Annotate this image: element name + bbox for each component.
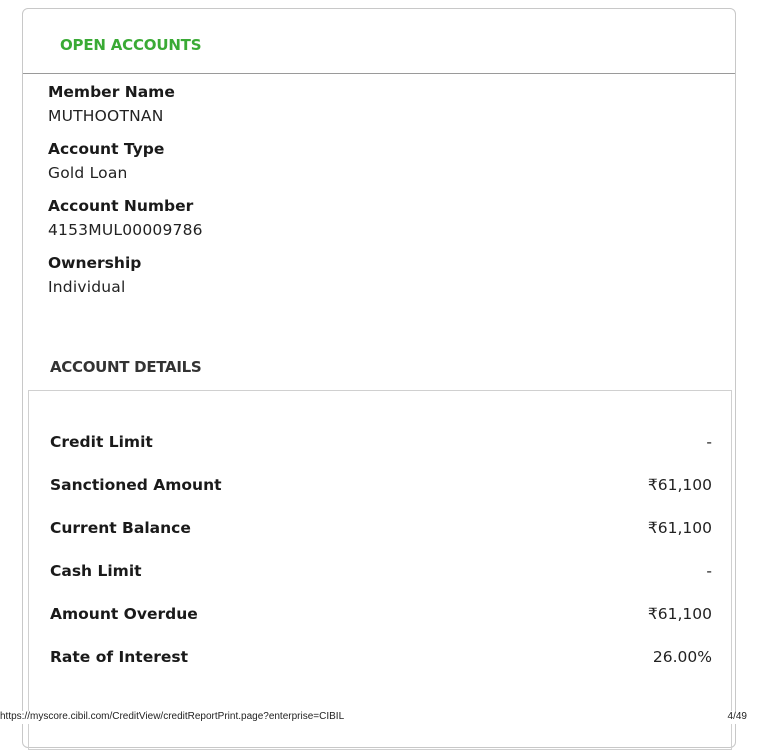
- open-accounts-card: OPEN ACCOUNTS Member Name MUTHOOTNAN Acc…: [22, 8, 736, 750]
- member-name-value: MUTHOOTNAN: [48, 107, 164, 125]
- account-details-title: ACCOUNT DETAILS: [50, 358, 202, 376]
- rate-of-interest-value: 26.00%: [652, 648, 712, 666]
- account-number-value: 4153MUL00009786: [48, 221, 203, 239]
- account-number-field: Account Number 4153MUL00009786: [48, 196, 203, 240]
- amount-overdue-label: Amount Overdue: [50, 605, 198, 623]
- detail-row-credit-limit: Credit Limit -: [50, 433, 712, 455]
- account-type-value: Gold Loan: [48, 164, 128, 182]
- current-balance-label: Current Balance: [50, 519, 191, 537]
- detail-row-current-balance: Current Balance ₹61,100: [50, 519, 712, 541]
- ownership-label: Ownership: [48, 254, 142, 272]
- credit-limit-label: Credit Limit: [50, 433, 153, 451]
- sanctioned-amount-label: Sanctioned Amount: [50, 476, 222, 494]
- title-divider: [23, 73, 735, 74]
- footer-url: https://myscore.cibil.com/CreditView/cre…: [0, 711, 345, 722]
- detail-row-sanctioned-amount: Sanctioned Amount ₹61,100: [50, 476, 712, 498]
- member-name-label: Member Name: [48, 83, 175, 101]
- section-title: OPEN ACCOUNTS: [60, 36, 202, 54]
- amount-overdue-value: ₹61,100: [647, 605, 712, 623]
- cash-limit-value: -: [706, 562, 712, 580]
- current-balance-value: ₹61,100: [647, 519, 712, 537]
- cash-limit-label: Cash Limit: [50, 562, 142, 580]
- credit-limit-value: -: [706, 433, 712, 451]
- rate-of-interest-label: Rate of Interest: [50, 648, 189, 666]
- member-name-field: Member Name MUTHOOTNAN: [48, 82, 175, 126]
- account-number-label: Account Number: [48, 197, 194, 215]
- ownership-field: Ownership Individual: [48, 253, 141, 297]
- detail-row-amount-overdue: Amount Overdue ₹61,100: [50, 605, 712, 627]
- account-type-label: Account Type: [48, 140, 165, 158]
- footer-page-number: 4/49: [727, 711, 747, 722]
- detail-row-cash-limit: Cash Limit -: [50, 562, 712, 584]
- account-details-box: Credit Limit - Sanctioned Amount ₹61,100…: [28, 390, 732, 750]
- account-type-field: Account Type Gold Loan: [48, 139, 164, 183]
- print-footer: https://myscore.cibil.com/CreditView/cre…: [0, 711, 757, 724]
- detail-row-rate-of-interest: Rate of Interest 26.00%: [50, 648, 712, 670]
- ownership-value: Individual: [48, 278, 126, 296]
- sanctioned-amount-value: ₹61,100: [647, 476, 712, 494]
